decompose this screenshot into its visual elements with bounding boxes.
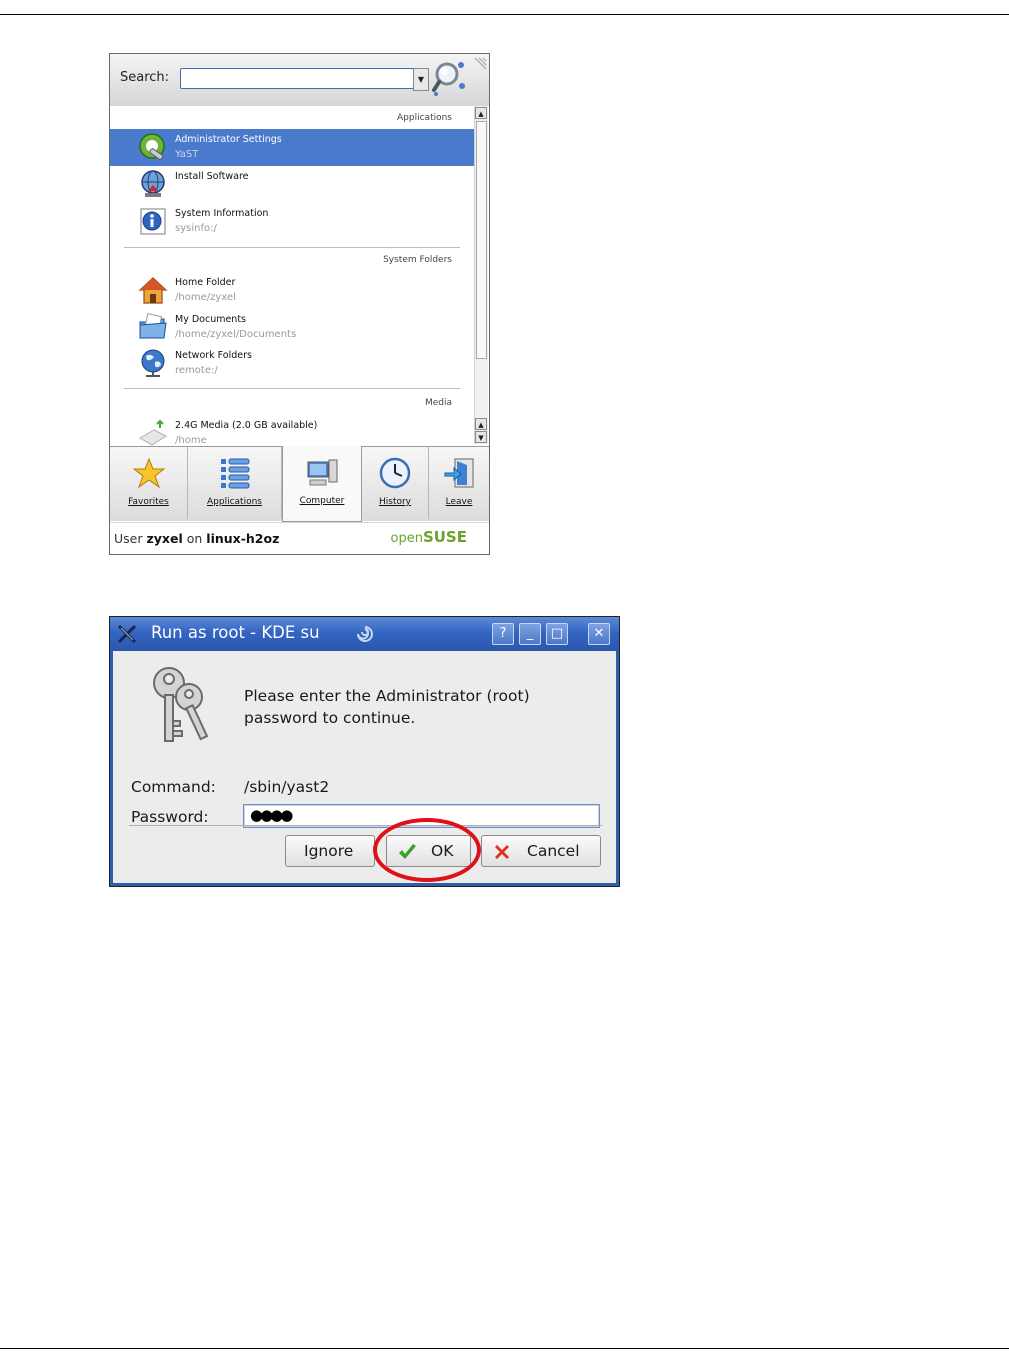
search-dropdown-button[interactable]: ▼ (413, 68, 429, 91)
item-title: 2.4G Media (2.0 GB available) (175, 420, 318, 431)
list-icon (220, 458, 249, 489)
kdesu-dialog: Run as root - KDE su ? _ □ ✕ Please ente… (109, 616, 620, 887)
home-icon (138, 277, 168, 304)
install-software-icon (141, 170, 165, 197)
divider (129, 825, 602, 826)
search-input[interactable] (180, 68, 414, 89)
info-icon (140, 208, 166, 235)
cancel-button[interactable]: Cancel (481, 835, 601, 867)
search-label: Search: (120, 70, 170, 85)
drive-icon (139, 419, 168, 446)
divider (124, 388, 460, 389)
kickoff-list: Applications Administrator Settings YaST… (110, 106, 474, 446)
search-bar: Search: ▼ (110, 54, 489, 106)
item-title: Network Folders (175, 350, 252, 361)
close-button[interactable]: ✕ (588, 623, 610, 645)
prompt-message: Please enter the Administrator (root) pa… (244, 687, 530, 727)
tab-label: Applications (207, 497, 262, 507)
button-label: Ignore (304, 842, 354, 860)
swirl-icon (357, 626, 373, 642)
user-info: User zyxel on linux-h2oz (114, 531, 280, 546)
list-scrollbar[interactable]: ▲ ▲ ▼ (474, 106, 488, 444)
list-item-my-documents[interactable]: My Documents /home/zyxel/Documents (110, 309, 474, 346)
page-header-rule (0, 14, 1009, 15)
page-footer-rule (0, 1348, 1009, 1349)
dialog-title: Run as root - KDE su (151, 623, 320, 642)
clock-icon (379, 457, 411, 489)
scroll-up-button-lower[interactable]: ▲ (475, 418, 487, 430)
resize-grip-icon[interactable] (473, 57, 487, 71)
item-title: My Documents (175, 314, 247, 325)
item-title: Home Folder (175, 277, 236, 288)
star-icon (132, 457, 165, 489)
documents-folder-icon (139, 313, 167, 339)
section-header-system-folders: System Folders (383, 255, 452, 265)
kickoff-tab-bar: Favorites Applications Computer History … (110, 446, 489, 522)
item-title: System Information (175, 208, 269, 219)
section-header-media: Media (424, 398, 452, 408)
scroll-down-button[interactable]: ▼ (475, 431, 487, 443)
kickoff-menu: Search: ▼ Applications Administrator Set… (109, 53, 490, 555)
tab-label: Favorites (128, 497, 169, 507)
list-item-home-folder[interactable]: Home Folder /home/zyxel (110, 272, 474, 309)
minimize-button[interactable]: _ (519, 623, 541, 645)
tab-favorites[interactable]: Favorites (110, 447, 188, 519)
list-item-administrator-settings[interactable]: Administrator Settings YaST (110, 129, 474, 166)
list-item-system-information[interactable]: System Information sysinfo:/ (110, 203, 474, 240)
item-subtitle: remote:/ (175, 365, 218, 376)
magnifier-icon[interactable] (432, 60, 468, 96)
tab-history[interactable]: History (362, 447, 429, 519)
tab-leave[interactable]: Leave (429, 447, 489, 519)
password-label: Password: (131, 808, 209, 826)
command-value: /sbin/yast2 (244, 778, 330, 796)
highlight-circle (373, 818, 481, 882)
network-globe-icon (141, 349, 165, 377)
computer-icon (307, 459, 338, 486)
tab-computer[interactable]: Computer (282, 446, 362, 522)
kickoff-status-bar: User zyxel on linux-h2oz openSUSE (110, 522, 489, 554)
item-title: Administrator Settings (175, 134, 282, 145)
tab-label: Leave (445, 497, 473, 507)
dialog-body: Please enter the Administrator (root) pa… (113, 651, 616, 883)
opensuse-logo: openSUSE (390, 528, 468, 546)
maximize-button[interactable]: □ (546, 623, 568, 645)
tab-label: History (378, 497, 412, 507)
keys-icon (153, 667, 209, 742)
item-subtitle: YaST (175, 149, 199, 160)
divider (124, 247, 460, 248)
yast-icon (139, 133, 165, 160)
item-subtitle: /home (175, 435, 207, 446)
help-button[interactable]: ? (492, 623, 514, 645)
button-label: Cancel (527, 842, 580, 860)
tab-applications[interactable]: Applications (188, 447, 282, 519)
item-subtitle: /home/zyxel/Documents (175, 329, 297, 340)
scroll-up-button[interactable]: ▲ (475, 107, 487, 119)
list-item-network-folders[interactable]: Network Folders remote:/ (110, 345, 474, 382)
dialog-titlebar[interactable]: Run as root - KDE su ? _ □ ✕ (110, 617, 619, 651)
command-label: Command: (131, 778, 216, 796)
leave-icon (444, 458, 474, 488)
section-header-applications: Applications (397, 113, 452, 123)
ignore-button[interactable]: Ignore (285, 835, 375, 867)
cancel-x-icon (495, 845, 509, 859)
list-item-install-software[interactable]: Install Software (110, 166, 474, 203)
scroll-thumb[interactable] (476, 121, 487, 359)
item-title: Install Software (175, 171, 249, 182)
item-subtitle: sysinfo:/ (175, 223, 217, 234)
item-subtitle: /home/zyxel (175, 292, 236, 303)
password-mask: ●●●● (250, 806, 293, 824)
tools-x-icon (117, 624, 137, 644)
tab-label: Computer (299, 496, 345, 506)
